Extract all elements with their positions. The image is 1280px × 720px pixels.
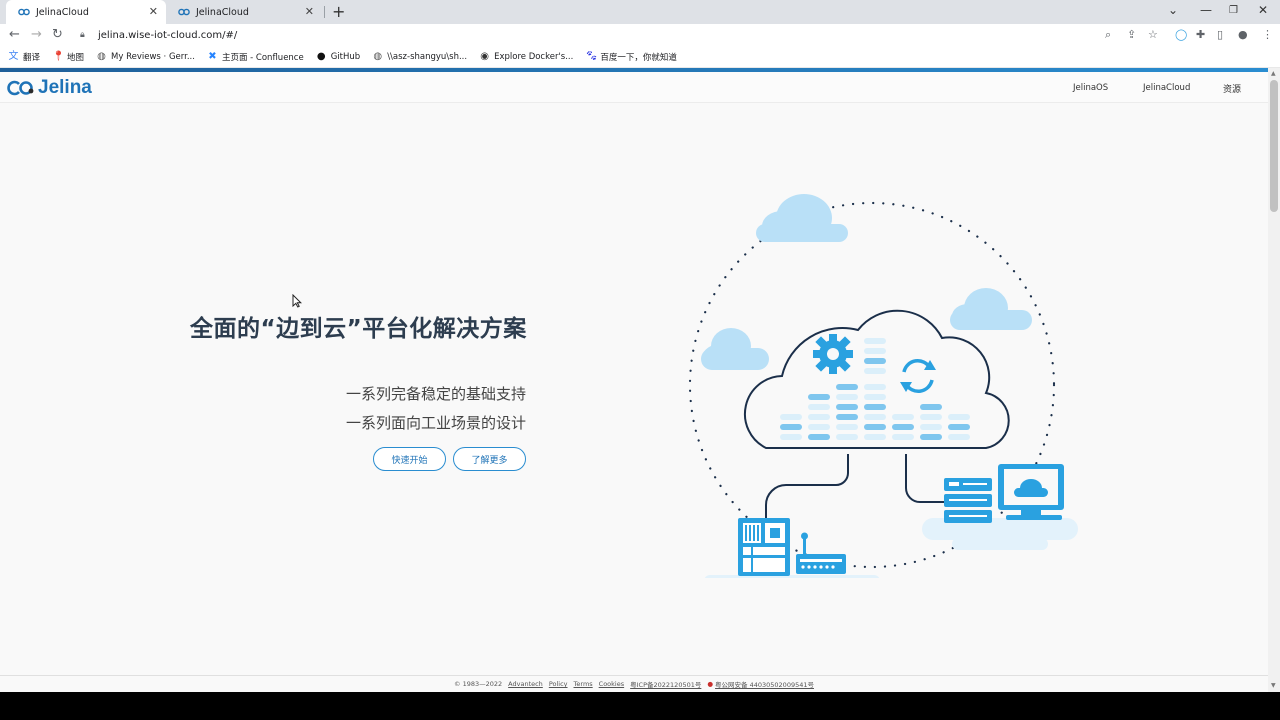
restore-icon[interactable]: ❐ bbox=[1229, 5, 1238, 16]
bookmark-confluence[interactable]: ✖ 主页面 - Confluence bbox=[207, 51, 304, 63]
maps-pin-icon: 📍︎ bbox=[52, 51, 65, 62]
footer-link-cookies[interactable]: Cookies bbox=[599, 680, 624, 688]
bookmark-label: My Reviews · Gerr... bbox=[111, 51, 195, 62]
industrial-pc-icon bbox=[738, 518, 790, 576]
browser-tab-strip: JelinaCloud ✕ JelinaCloud ✕ + ⌄ — ❐ ✕ bbox=[0, 0, 1280, 24]
nav-resources[interactable]: 资源 bbox=[1223, 82, 1241, 95]
scroll-down-icon[interactable]: ▼ bbox=[1271, 682, 1276, 689]
docker-icon: ◉ bbox=[480, 51, 489, 62]
nav-jelinacloud[interactable]: JelinaCloud bbox=[1143, 83, 1190, 93]
connector-line bbox=[905, 454, 944, 503]
bookmark-label: 百度一下，你就知道 bbox=[600, 52, 677, 63]
device-platform bbox=[704, 575, 880, 578]
small-cloud-icon bbox=[701, 328, 769, 370]
address-toolbar: ← → ↻ 🔒︎ jelina.wise-iot-cloud.com/#/ ⌕ … bbox=[0, 24, 1280, 46]
bookmark-baidu[interactable]: 🐾︎ 百度一下，你就知道 bbox=[585, 51, 677, 63]
new-tab-icon[interactable]: + bbox=[332, 2, 345, 21]
bookmark-github[interactable]: ● GitHub bbox=[316, 51, 360, 62]
browser-tab[interactable]: JelinaCloud ✕ bbox=[166, 0, 322, 24]
github-icon: ● bbox=[316, 51, 326, 62]
bookmark-label: 主页面 - Confluence bbox=[221, 52, 304, 63]
profile-avatar-icon[interactable]: ● bbox=[1238, 28, 1248, 41]
menu-kebab-icon[interactable]: ⋮ bbox=[1262, 28, 1273, 41]
bookmark-star-icon[interactable]: ☆ bbox=[1148, 28, 1158, 41]
small-cloud-icon bbox=[756, 194, 848, 242]
connector-line bbox=[765, 454, 849, 518]
learn-more-button[interactable]: 了解更多 bbox=[453, 447, 526, 471]
bookmark-label: GitHub bbox=[330, 51, 361, 62]
jelina-favicon-icon bbox=[178, 6, 190, 18]
lock-icon: 🔒︎ bbox=[80, 30, 85, 40]
tab-close-icon[interactable]: ✕ bbox=[149, 5, 158, 18]
mouse-cursor-icon bbox=[292, 294, 302, 308]
bookmark-docker[interactable]: ◉ Explore Docker's... bbox=[479, 51, 573, 62]
tab-divider bbox=[324, 6, 325, 18]
reload-icon[interactable]: ↻ bbox=[52, 27, 63, 42]
footer-link-terms[interactable]: Terms bbox=[574, 680, 593, 688]
side-panel-icon[interactable]: ▯ bbox=[1217, 28, 1223, 41]
server-rack-icon bbox=[944, 478, 992, 523]
address-input[interactable]: 🔒︎ jelina.wise-iot-cloud.com/#/ bbox=[76, 25, 1126, 45]
minimize-icon[interactable]: — bbox=[1200, 3, 1212, 17]
site-header: Jelina JelinaOS JelinaCloud 资源 bbox=[0, 72, 1268, 103]
bookmarks-bar: 文翻译 📍︎ 地图 ◍ My Reviews · Gerr... ✖ 主页面 - Co… bbox=[0, 46, 1280, 68]
copyright-text: © 1983—2022 bbox=[454, 680, 503, 688]
extension-circle-icon[interactable]: ◯ bbox=[1175, 28, 1187, 41]
bookmark-label: 翻译 bbox=[23, 52, 41, 63]
tab-search-chevron-icon[interactable]: ⌄ bbox=[1168, 3, 1178, 17]
translate-icon: 文 bbox=[8, 51, 19, 62]
edge-to-cloud-illustration bbox=[688, 194, 1078, 578]
bookmark-label: \\asz-shangyu\sh... bbox=[387, 51, 468, 62]
quick-start-button[interactable]: 快速开始 bbox=[373, 447, 446, 471]
scroll-up-icon[interactable]: ▲ bbox=[1271, 70, 1276, 77]
footer-link-advantech[interactable]: Advantech bbox=[508, 680, 543, 688]
nav-jelinaos[interactable]: JelinaOS bbox=[1073, 83, 1108, 93]
zoom-search-icon[interactable]: ⌕ bbox=[1105, 28, 1111, 42]
globe-icon: ◍ bbox=[373, 51, 383, 62]
window-close-icon[interactable]: ✕ bbox=[1258, 3, 1268, 17]
forward-icon[interactable]: → bbox=[31, 27, 42, 42]
police-badge-icon: ● bbox=[707, 680, 714, 688]
gear-icon bbox=[813, 334, 853, 374]
back-icon[interactable]: ← bbox=[9, 27, 20, 42]
browser-tab-active[interactable]: JelinaCloud ✕ bbox=[6, 0, 166, 24]
small-cloud-icon bbox=[950, 288, 1032, 330]
tab-title: JelinaCloud bbox=[196, 6, 249, 18]
page-scrollbar[interactable]: ▲ ▼ bbox=[1268, 68, 1280, 692]
web-page: Jelina JelinaOS JelinaCloud 资源 全面的“边到云”平… bbox=[0, 68, 1268, 692]
scroll-thumb[interactable] bbox=[1270, 80, 1278, 212]
footer-link-policy[interactable]: Policy bbox=[549, 680, 568, 688]
confluence-icon: ✖ bbox=[208, 51, 217, 62]
jelina-logo[interactable]: Jelina bbox=[6, 77, 92, 99]
hero-subtitle: 一系列面向工业场景的设计 bbox=[345, 414, 526, 432]
platform-spacer bbox=[706, 574, 878, 575]
baidu-paw-icon: 🐾︎ bbox=[585, 51, 599, 62]
bookmark-translate[interactable]: 文翻译 bbox=[8, 51, 41, 63]
logo-text: Jelina bbox=[38, 77, 92, 98]
bookmark-maps[interactable]: 📍︎ 地图 bbox=[52, 51, 84, 63]
footer-link-icp[interactable]: 粤ICP备2022120501号 bbox=[630, 679, 701, 689]
bookmark-label: Explore Docker's... bbox=[494, 51, 574, 62]
extensions-puzzle-icon[interactable]: ✚ bbox=[1196, 28, 1205, 41]
site-footer: © 1983—2022 Advantech Policy Terms Cooki… bbox=[0, 675, 1268, 692]
cloud-monitor-icon bbox=[998, 464, 1064, 520]
device-platform bbox=[952, 538, 1048, 550]
globe-icon: ◍ bbox=[97, 51, 106, 62]
bookmark-gerrit[interactable]: ◍ My Reviews · Gerr... bbox=[96, 51, 195, 62]
gateway-router-icon bbox=[796, 532, 846, 574]
share-icon[interactable]: ⇪ bbox=[1127, 28, 1136, 41]
hero-subtitle: 一系列完备稳定的基础支持 bbox=[345, 385, 526, 403]
hero-title: 全面的“边到云”平台化解决方案 bbox=[190, 316, 527, 342]
bookmark-share[interactable]: ◍ \\asz-shangyu\sh... bbox=[372, 51, 467, 62]
tab-title: JelinaCloud bbox=[36, 6, 89, 18]
footer-link-police[interactable]: 粤公网安备 44030502009541号 bbox=[715, 679, 814, 689]
url-text: jelina.wise-iot-cloud.com/#/ bbox=[98, 29, 238, 41]
jelina-logo-icon bbox=[7, 80, 34, 96]
bookmark-label: 地图 bbox=[67, 52, 85, 63]
tab-close-icon[interactable]: ✕ bbox=[305, 5, 314, 18]
jelina-favicon-icon bbox=[18, 6, 30, 18]
